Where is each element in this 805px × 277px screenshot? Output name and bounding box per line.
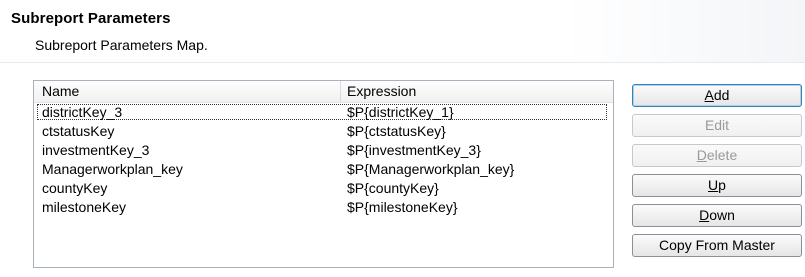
header-divider [0,62,805,63]
cell-name: districtKey_3 [42,104,123,120]
copy-from-master-button[interactable]: Copy From Master [632,234,802,257]
cell-expression: $P{investmentKey_3} [347,142,481,158]
header-banner: Subreport Parameters Subreport Parameter… [0,0,805,62]
cell-expression: $P{districtKey_1} [347,104,454,120]
table-row[interactable]: investmentKey_3 $P{investmentKey_3} [34,141,613,160]
up-button[interactable]: Up [632,174,802,197]
page-title: Subreport Parameters [11,10,171,27]
add-button-label: dd [713,87,730,103]
table-row[interactable]: Managerworkplan_key $P{Managerworkplan_k… [34,160,613,179]
table-row[interactable]: districtKey_3 $P{districtKey_1} [34,103,613,122]
table-row[interactable]: countyKey $P{countyKey} [34,179,613,198]
cell-expression: $P{Managerworkplan_key} [347,161,515,177]
column-header-name[interactable]: Name [42,83,79,99]
column-separator[interactable] [340,81,341,102]
column-header-expression[interactable]: Expression [347,83,416,99]
up-button-label: p [718,177,726,193]
cell-name: milestoneKey [42,199,127,215]
down-button-mnemonic: D [699,207,710,223]
cell-name: ctstatusKey [42,123,115,139]
table-header: Name Expression [34,81,613,103]
cell-name: countyKey [42,180,108,196]
table-row[interactable]: milestoneKey $P{milestoneKey} [34,198,613,217]
add-button[interactable]: Add [632,84,802,107]
cell-name: investmentKey_3 [42,142,150,158]
cell-expression: $P{milestoneKey} [347,199,458,215]
edit-button[interactable]: Edit [632,114,802,137]
cell-expression: $P{countyKey} [347,180,439,196]
parameters-table[interactable]: Name Expression districtKey_3 $P{distric… [33,80,614,268]
copy-from-master-button-label: Copy From Master [659,237,775,253]
page-subtitle: Subreport Parameters Map. [35,37,208,53]
up-button-mnemonic: U [708,177,719,193]
down-button-label: own [709,207,735,223]
add-button-mnemonic: A [704,87,714,103]
delete-button-mnemonic: D [696,147,707,163]
cell-expression: $P{ctstatusKey} [347,123,446,139]
down-button[interactable]: Down [632,204,802,227]
edit-button-label: Edit [704,117,730,133]
table-body: districtKey_3 $P{districtKey_1} ctstatus… [34,103,613,217]
focus-rectangle [37,104,607,120]
cell-name: Managerworkplan_key [42,161,183,177]
delete-button[interactable]: Delete [632,144,802,167]
delete-button-label: elete [706,147,738,163]
table-row[interactable]: ctstatusKey $P{ctstatusKey} [34,122,613,141]
